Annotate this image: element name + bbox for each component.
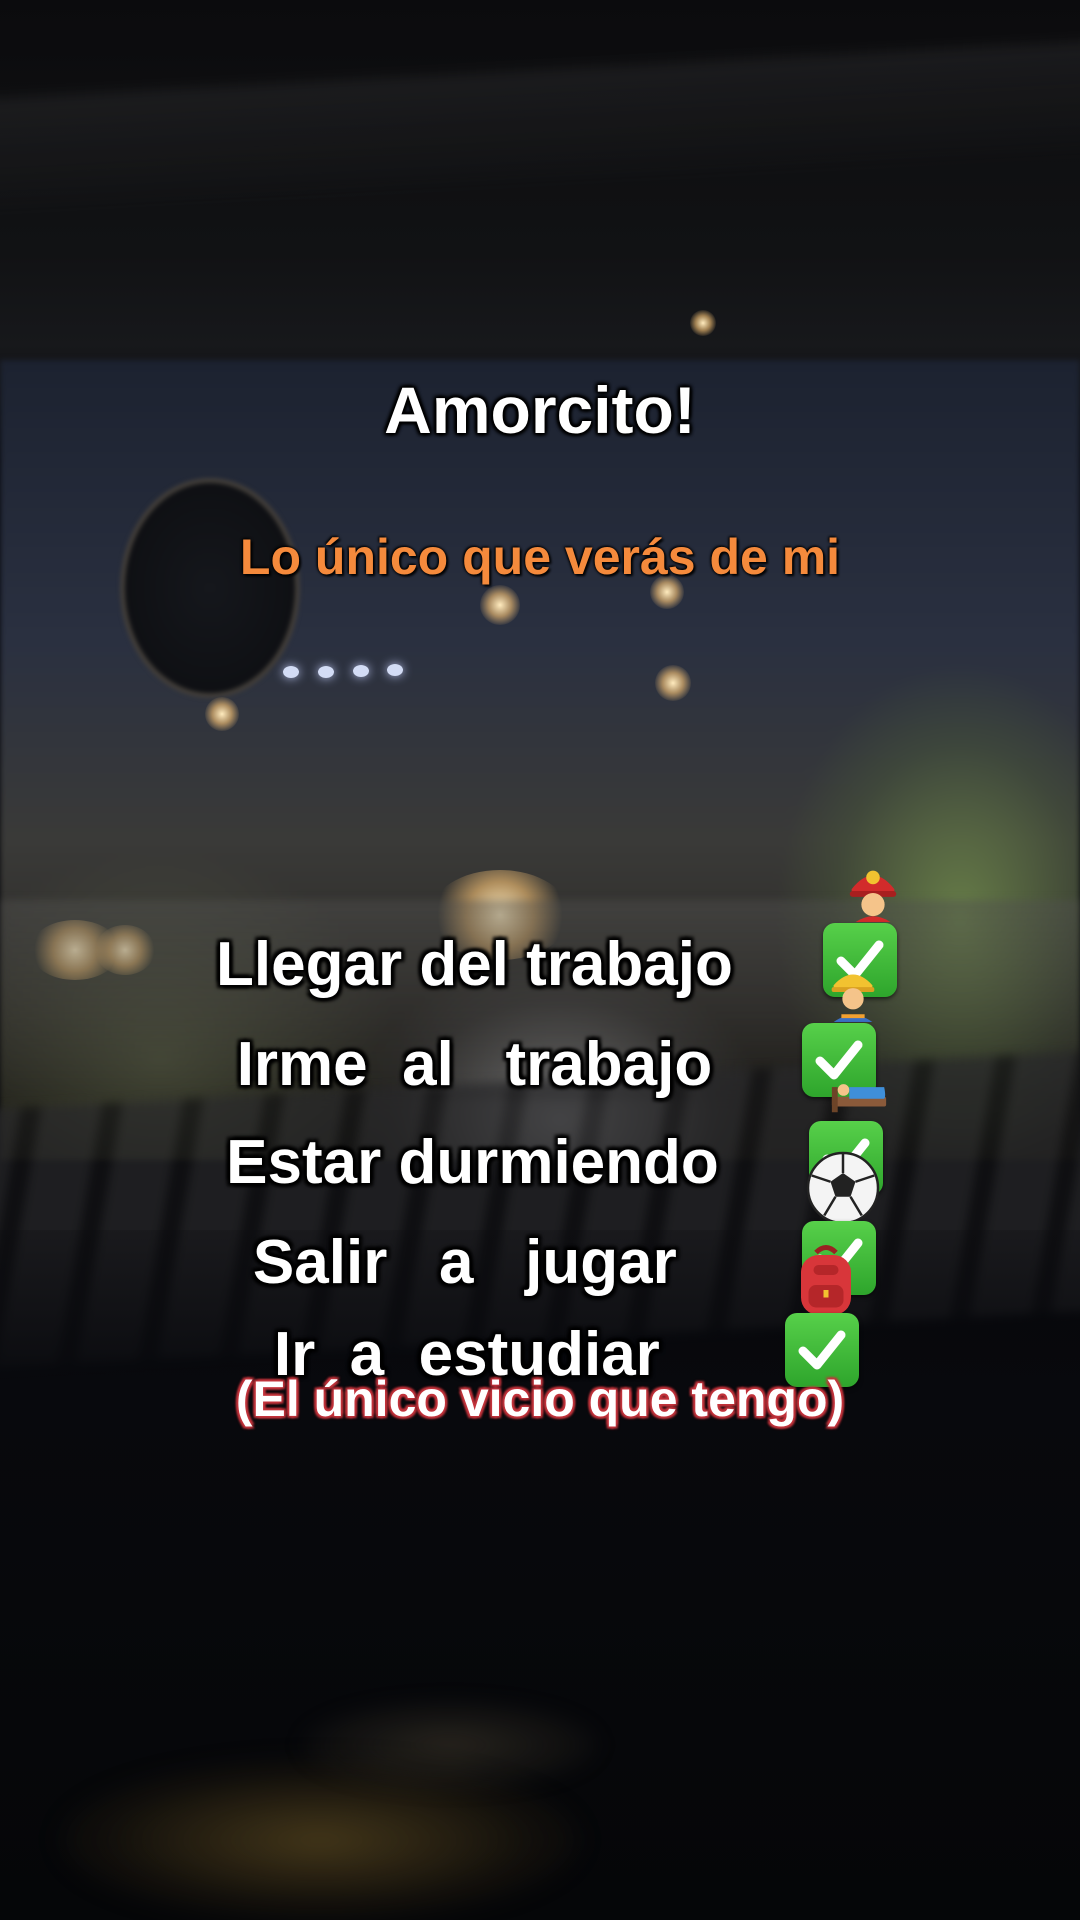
blue-light [353, 665, 369, 677]
street-light [690, 310, 716, 336]
blue-light [318, 666, 334, 678]
title-caption: Amorcito! [384, 373, 696, 447]
interior-light-glow [300, 1700, 600, 1790]
footer-caption: (El único vicio que tengo) [235, 1371, 845, 1427]
blue-light [387, 664, 403, 676]
backpack-icon [683, 1169, 852, 1315]
street-light [655, 665, 691, 701]
subtitle-caption: Lo único que verás de mi [239, 529, 841, 585]
video-frame: Amorcito! Lo único que verás de mi Llega… [0, 0, 1080, 1920]
blue-light [283, 666, 299, 678]
rearview-mirror [120, 478, 300, 698]
street-light [480, 585, 520, 625]
